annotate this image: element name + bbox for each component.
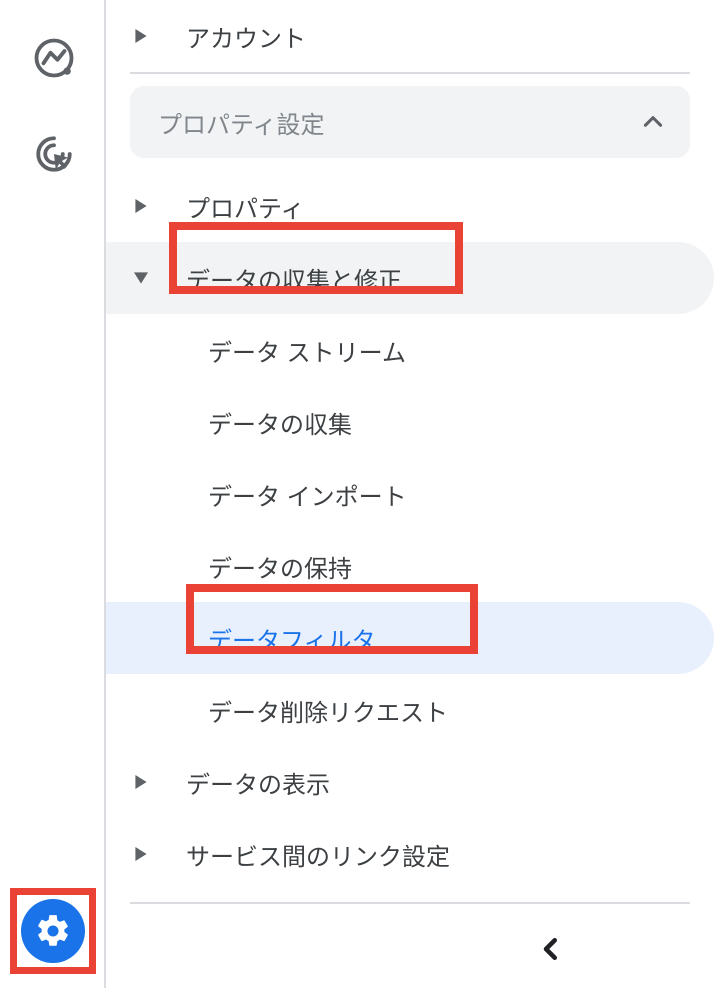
- nav-property[interactable]: プロパティ: [106, 170, 714, 242]
- gear-icon: [21, 899, 85, 963]
- nav-data-retention[interactable]: データの保持: [106, 530, 714, 602]
- nav-data-deletion[interactable]: データ削除リクエスト: [106, 674, 714, 746]
- nav-data-streams[interactable]: データ ストリーム: [106, 314, 714, 386]
- nav-data-deletion-label: データ削除リクエスト: [208, 693, 448, 728]
- separator: [130, 902, 690, 904]
- settings-sidebar: アカウント プロパティ設定 プロパティ データの収集と修正 データ ストリーム …: [106, 0, 714, 904]
- nav-data-filter[interactable]: データフィルタ: [106, 602, 714, 674]
- nav-data-retention-label: データの保持: [208, 549, 352, 584]
- nav-data-collection-modification-label: データの収集と修正: [186, 261, 402, 296]
- nav-service-links[interactable]: サービス間のリンク設定: [106, 818, 714, 890]
- advertising-icon[interactable]: [24, 28, 84, 88]
- nav-data-collection-label: データの収集: [208, 405, 352, 440]
- admin-settings-button[interactable]: [10, 888, 96, 974]
- nav-data-display[interactable]: データの表示: [106, 746, 714, 818]
- nav-data-collection[interactable]: データの収集: [106, 386, 714, 458]
- chevron-up-icon: [640, 109, 666, 135]
- section-header-label: プロパティ設定: [158, 105, 325, 140]
- caret-right-icon: [134, 29, 158, 43]
- nav-data-import[interactable]: データ インポート: [106, 458, 714, 530]
- caret-right-icon: [134, 199, 158, 213]
- nav-property-label: プロパティ: [186, 189, 305, 224]
- icon-rail: [0, 0, 104, 988]
- nav-account-label: アカウント: [186, 19, 306, 54]
- caret-right-icon: [134, 775, 158, 789]
- nav-data-streams-label: データ ストリーム: [208, 333, 406, 368]
- nav-data-filter-label: データフィルタ: [208, 621, 376, 656]
- caret-down-icon: [134, 271, 158, 285]
- nav-data-display-label: データの表示: [186, 765, 330, 800]
- nav-data-collection-modification[interactable]: データの収集と修正: [106, 242, 714, 314]
- nav-account[interactable]: アカウント: [106, 0, 714, 72]
- section-header-property-settings[interactable]: プロパティ設定: [130, 86, 690, 158]
- caret-right-icon: [134, 847, 158, 861]
- nav-service-links-label: サービス間のリンク設定: [186, 837, 450, 872]
- separator: [130, 72, 690, 74]
- nav-data-import-label: データ インポート: [208, 477, 407, 512]
- ads-click-icon[interactable]: [24, 124, 84, 184]
- collapse-sidebar-button[interactable]: [536, 934, 566, 964]
